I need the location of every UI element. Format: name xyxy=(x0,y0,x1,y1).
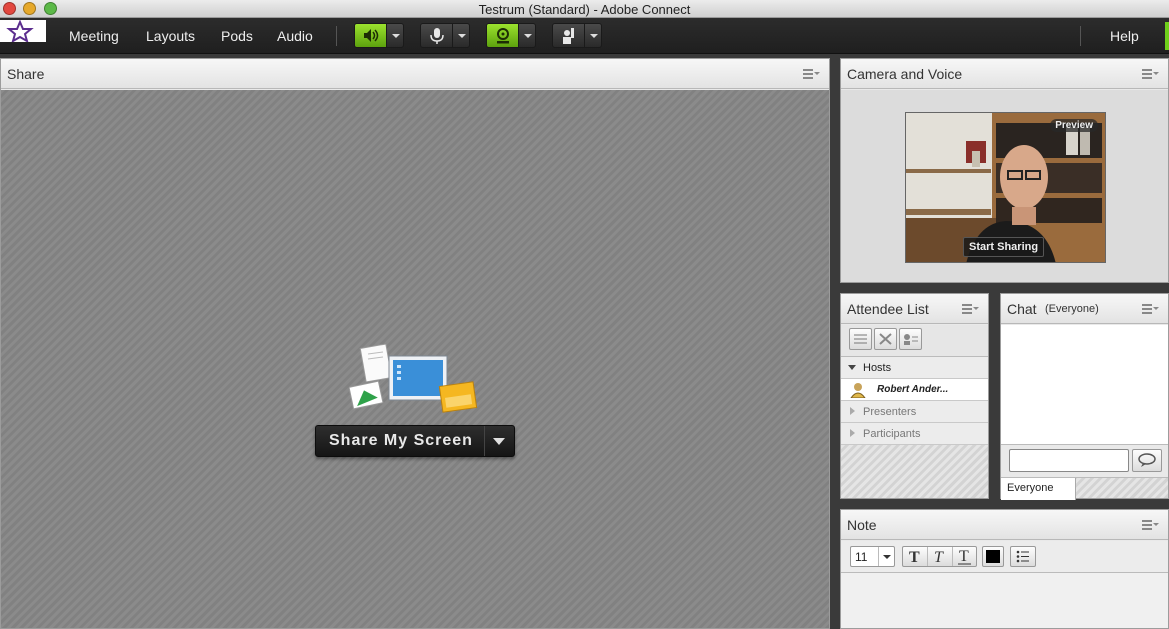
start-sharing-button[interactable]: Start Sharing xyxy=(963,237,1045,257)
italic-icon[interactable]: T xyxy=(928,547,953,566)
color-swatch xyxy=(986,550,1000,563)
attendee-pod-header: Attendee List xyxy=(841,294,988,324)
share-my-screen-button[interactable]: Share My Screen xyxy=(316,426,483,456)
attendee-row[interactable]: Robert Ander... xyxy=(841,379,988,401)
chat-message-input[interactable] xyxy=(1009,449,1129,472)
chat-message-area xyxy=(1001,325,1168,445)
note-pod-title: Note xyxy=(847,517,877,533)
pod-options-menu-icon[interactable] xyxy=(803,69,820,79)
group-presenters[interactable]: Presenters xyxy=(841,401,988,423)
group-label: Hosts xyxy=(863,362,892,374)
adobe-connect-logo xyxy=(0,19,46,44)
microphone-icon[interactable] xyxy=(421,24,452,47)
preview-label: Preview xyxy=(1050,119,1098,132)
speaker-icon[interactable] xyxy=(355,24,386,47)
star-logo-icon xyxy=(6,19,34,44)
text-style-group: T T T xyxy=(902,546,977,567)
chat-pod-header: Chat (Everyone) xyxy=(1001,294,1168,324)
pod-options-menu-icon[interactable] xyxy=(1142,520,1159,530)
camera-voice-pod: Camera and Voice Preview Start Sharing xyxy=(840,58,1169,283)
share-options-dropdown[interactable] xyxy=(484,426,514,456)
menu-audio[interactable]: Audio xyxy=(277,28,313,44)
group-label: Presenters xyxy=(863,406,917,418)
raise-hand-button[interactable] xyxy=(552,23,602,48)
window-title-bar: Testrum (Standard) - Adobe Connect xyxy=(0,0,1169,18)
breakout-view-icon[interactable] xyxy=(899,328,922,350)
attendee-view-toolbar xyxy=(841,325,988,357)
share-my-screen-label: Share My Screen xyxy=(329,432,473,449)
camera-pod-content: Preview Start Sharing xyxy=(841,90,1168,282)
webcam-preview: Preview Start Sharing xyxy=(905,112,1106,263)
menu-layouts[interactable]: Layouts xyxy=(146,28,195,44)
bullet-list-icon[interactable] xyxy=(1010,546,1036,567)
chat-pod-title: Chat xyxy=(1007,301,1037,317)
camera-pod-title: Camera and Voice xyxy=(847,66,963,82)
share-illustration-icon xyxy=(348,343,481,414)
menu-separator xyxy=(336,26,337,46)
svg-text:T: T xyxy=(959,548,969,565)
note-pod: Note 11 T T T xyxy=(840,509,1169,629)
attendee-empty-area xyxy=(841,445,988,498)
share-pod-title: Share xyxy=(7,66,45,82)
text-color-picker[interactable] xyxy=(982,546,1004,567)
expanded-arrow-icon xyxy=(848,365,856,370)
chat-pod: Chat (Everyone) Everyone xyxy=(1000,293,1169,500)
note-pod-header: Note xyxy=(841,510,1168,540)
collapsed-arrow-icon xyxy=(850,407,855,415)
webcam-icon[interactable] xyxy=(487,24,518,47)
chevron-down-icon xyxy=(878,547,894,566)
pod-options-menu-icon[interactable] xyxy=(962,304,979,314)
microphone-dropdown-arrow[interactable] xyxy=(452,24,469,47)
group-label: Participants xyxy=(863,428,921,440)
send-message-button[interactable] xyxy=(1132,449,1162,472)
attendee-list-pod: Attendee List Hosts Robert Ander... Pres… xyxy=(840,293,989,499)
font-size-select[interactable]: 11 xyxy=(850,546,895,567)
webcam-dropdown-arrow[interactable] xyxy=(518,24,535,47)
menu-bar: Meeting Layouts Pods Audio Help xyxy=(0,18,1169,54)
menu-meeting[interactable]: Meeting xyxy=(69,28,119,44)
attendee-pod-title: Attendee List xyxy=(847,301,929,317)
menu-help[interactable]: Help xyxy=(1110,28,1139,44)
share-pod-header: Share xyxy=(1,59,829,89)
group-hosts[interactable]: Hosts xyxy=(841,357,988,379)
bold-icon[interactable]: T xyxy=(903,547,928,566)
chevron-down-icon xyxy=(493,438,505,445)
pod-options-menu-icon[interactable] xyxy=(1142,69,1159,79)
note-text-area[interactable] xyxy=(841,573,1168,628)
raise-hand-dropdown-arrow[interactable] xyxy=(584,24,601,47)
status-indicator xyxy=(1165,22,1169,50)
attendee-name: Robert Ander... xyxy=(877,384,949,395)
svg-text:T: T xyxy=(934,549,944,566)
chat-scope-label: (Everyone) xyxy=(1045,303,1099,315)
svg-text:T: T xyxy=(909,549,920,566)
pod-options-menu-icon[interactable] xyxy=(1142,304,1159,314)
share-my-screen-control: Share My Screen xyxy=(315,425,515,457)
list-view-icon[interactable] xyxy=(849,328,872,350)
speaker-dropdown-arrow[interactable] xyxy=(386,24,403,47)
window-title: Testrum (Standard) - Adobe Connect xyxy=(478,2,691,17)
group-participants[interactable]: Participants xyxy=(841,423,988,445)
speaker-button[interactable] xyxy=(354,23,404,48)
host-user-icon xyxy=(850,382,866,399)
camera-pod-header: Camera and Voice xyxy=(841,59,1168,89)
note-format-toolbar: 11 T T T xyxy=(841,541,1168,573)
font-size-value: 11 xyxy=(855,550,868,564)
raise-hand-icon[interactable] xyxy=(553,24,584,47)
share-pod-content: Share My Screen xyxy=(1,90,829,628)
speech-bubble-icon xyxy=(1138,453,1156,467)
microphone-button[interactable] xyxy=(420,23,470,48)
chat-tab-everyone[interactable]: Everyone xyxy=(1001,478,1076,500)
menu-separator xyxy=(1080,26,1081,46)
underline-icon[interactable]: T xyxy=(953,547,977,566)
chat-tab-bar: Everyone xyxy=(1001,477,1168,500)
share-pod: Share Share My Screen xyxy=(0,58,830,629)
menu-pods[interactable]: Pods xyxy=(221,28,253,44)
status-view-icon[interactable] xyxy=(874,328,897,350)
collapsed-arrow-icon xyxy=(850,429,855,437)
webcam-button[interactable] xyxy=(486,23,536,48)
